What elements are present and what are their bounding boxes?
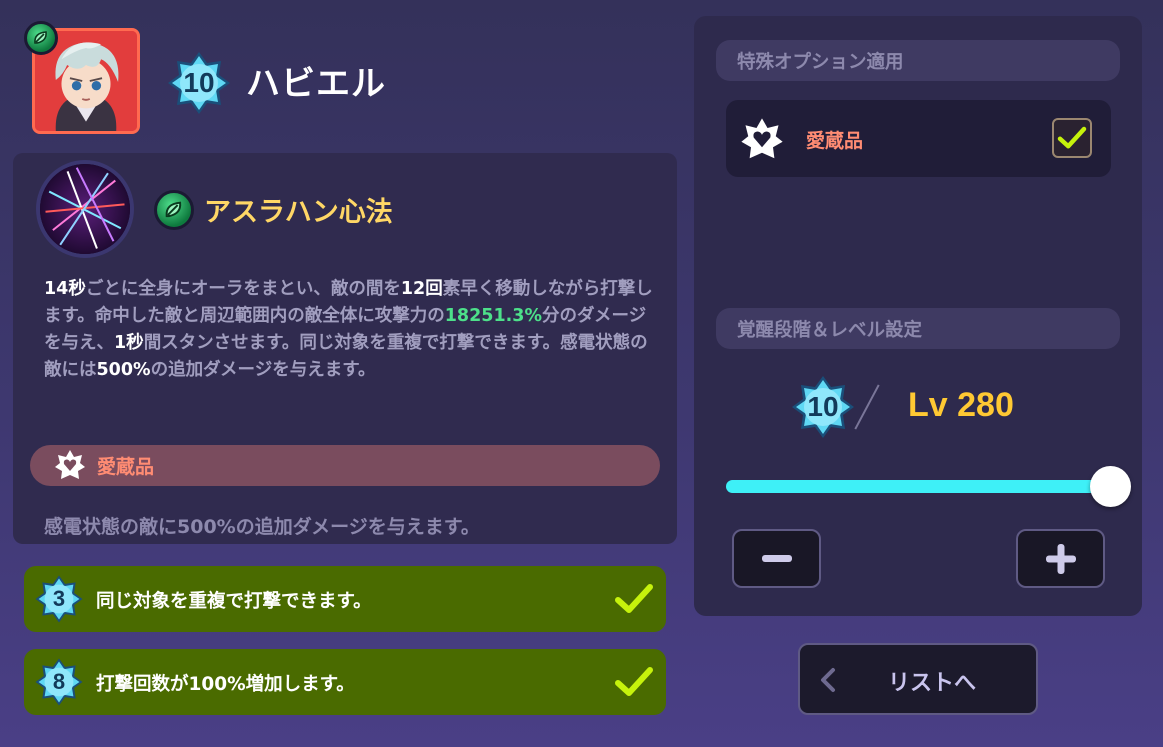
skill-desc-segment: の追加ダメージを与えます。 — [150, 360, 376, 380]
option-badge-1: 3 — [34, 574, 84, 624]
minus-icon — [761, 554, 792, 562]
special-option-header: 特殊オプション適用 — [716, 40, 1120, 81]
skill-name: アスラハン心法 — [204, 197, 393, 228]
increase-level-button[interactable]: + — [1016, 529, 1105, 588]
skill-element-icon — [154, 190, 194, 230]
character-level-value: 10 — [183, 67, 215, 98]
treasure-checkbox[interactable] — [1052, 118, 1092, 158]
treasure-star-icon — [740, 117, 784, 161]
treasure-description: 感電状態の敵に500%の追加ダメージを与えます。 — [44, 516, 480, 538]
skill-icon — [36, 160, 134, 258]
skill-desc-segment: 12回 — [400, 279, 443, 299]
option-badge-value: 8 — [52, 669, 66, 694]
treasure-star-icon — [54, 449, 86, 481]
option-text: 同じ対象を重複で打撃できます。 — [96, 591, 372, 612]
check-icon — [614, 582, 654, 616]
element-badge-icon — [24, 21, 58, 55]
awaken-level-badge: 10 — [790, 374, 856, 440]
level-slider-track[interactable] — [726, 480, 1110, 493]
character-level-badge: 10 — [166, 50, 232, 116]
skill-description: 14秒ごとに全身にオーラをまとい、敵の間を12回素早く移動しながら打撃します。命… — [44, 276, 654, 384]
option-badge-2: 8 — [34, 657, 84, 707]
awaken-level-header: 覚醒段階＆レベル設定 — [716, 308, 1120, 349]
skill-desc-segment: 18251.3% — [444, 306, 542, 326]
level-slider-thumb[interactable] — [1090, 466, 1131, 507]
decrease-level-button[interactable]: − — [732, 529, 821, 588]
plus-icon — [1045, 543, 1076, 574]
level-text: Lv 280 — [908, 386, 1014, 424]
level-slider-fill — [726, 480, 1110, 493]
chevron-left-icon — [821, 668, 835, 692]
skill-desc-segment: ごとに全身にオーラをまとい、敵の間を — [85, 279, 401, 299]
back-to-list-label: リストへ — [888, 671, 977, 696]
skill-desc-segment: 1秒 — [114, 333, 144, 353]
awaken-level-value: 10 — [807, 391, 839, 422]
option-text: 打撃回数が100%増加します。 — [96, 674, 355, 695]
check-icon — [1057, 126, 1087, 149]
character-name: ハビエル — [246, 64, 386, 104]
treasure-option-label: 愛蔵品 — [806, 130, 864, 152]
back-to-list-button[interactable]: リストへ — [798, 643, 1038, 715]
skill-desc-segment: 14秒 — [44, 279, 86, 299]
check-icon — [614, 665, 654, 699]
skill-desc-segment: 500% — [96, 360, 151, 380]
treasure-label: 愛蔵品 — [97, 456, 155, 478]
option-badge-value: 3 — [52, 586, 66, 611]
